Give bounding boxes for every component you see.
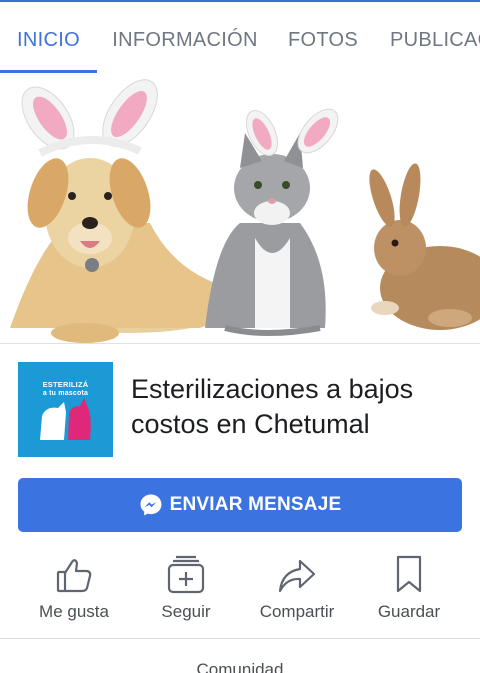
- follow-label: Seguir: [161, 602, 211, 621]
- messenger-icon: [139, 493, 163, 517]
- avatar-pets-graphic: [40, 398, 91, 440]
- action-row: Me gusta Seguir Compartir Guardar: [0, 550, 480, 638]
- cover-photo[interactable]: [0, 73, 480, 344]
- save-label: Guardar: [377, 602, 441, 621]
- tab-inicio[interactable]: INICIO: [0, 2, 97, 73]
- cat-illustration: [205, 108, 339, 336]
- tab-fotos[interactable]: FOTOS: [280, 2, 366, 73]
- cover-photo-illustration: [10, 79, 480, 343]
- tab-bar: INICIO INFORMACIÓN FOTOS PUBLICACIONES: [0, 0, 480, 73]
- send-message-button[interactable]: ENVIAR MENSAJE: [18, 478, 462, 532]
- share-button[interactable]: Compartir: [241, 550, 353, 630]
- page-root: INICIO INFORMACIÓN FOTOS PUBLICACIONES: [0, 0, 480, 673]
- rabbit-illustration: [369, 163, 480, 330]
- send-message-label: ENVIAR MENSAJE: [169, 494, 342, 515]
- like-label: Me gusta: [39, 602, 109, 621]
- page-avatar[interactable]: ESTERILIZÁ a tu mascota: [18, 362, 113, 457]
- tab-publicaciones[interactable]: PUBLICACIONES: [390, 2, 480, 73]
- like-button[interactable]: Me gusta: [18, 550, 130, 630]
- thumbs-up-icon: [18, 550, 130, 594]
- share-icon: [241, 550, 353, 594]
- section-divider: [0, 638, 480, 639]
- follow-button[interactable]: Seguir: [130, 550, 242, 630]
- community-section-title: Comunidad: [196, 660, 284, 673]
- bookmark-icon: [353, 550, 465, 594]
- page-profile: ESTERILIZÁ a tu mascota Esterilizaciones…: [18, 362, 468, 458]
- share-label: Compartir: [259, 602, 335, 621]
- page-title: Esterilizaciones a bajos costos en Chetu…: [131, 374, 414, 439]
- dog-illustration: [10, 79, 240, 343]
- save-button[interactable]: Guardar: [353, 550, 465, 630]
- tab-informacion[interactable]: INFORMACIÓN: [105, 2, 265, 73]
- follow-icon: [130, 550, 242, 594]
